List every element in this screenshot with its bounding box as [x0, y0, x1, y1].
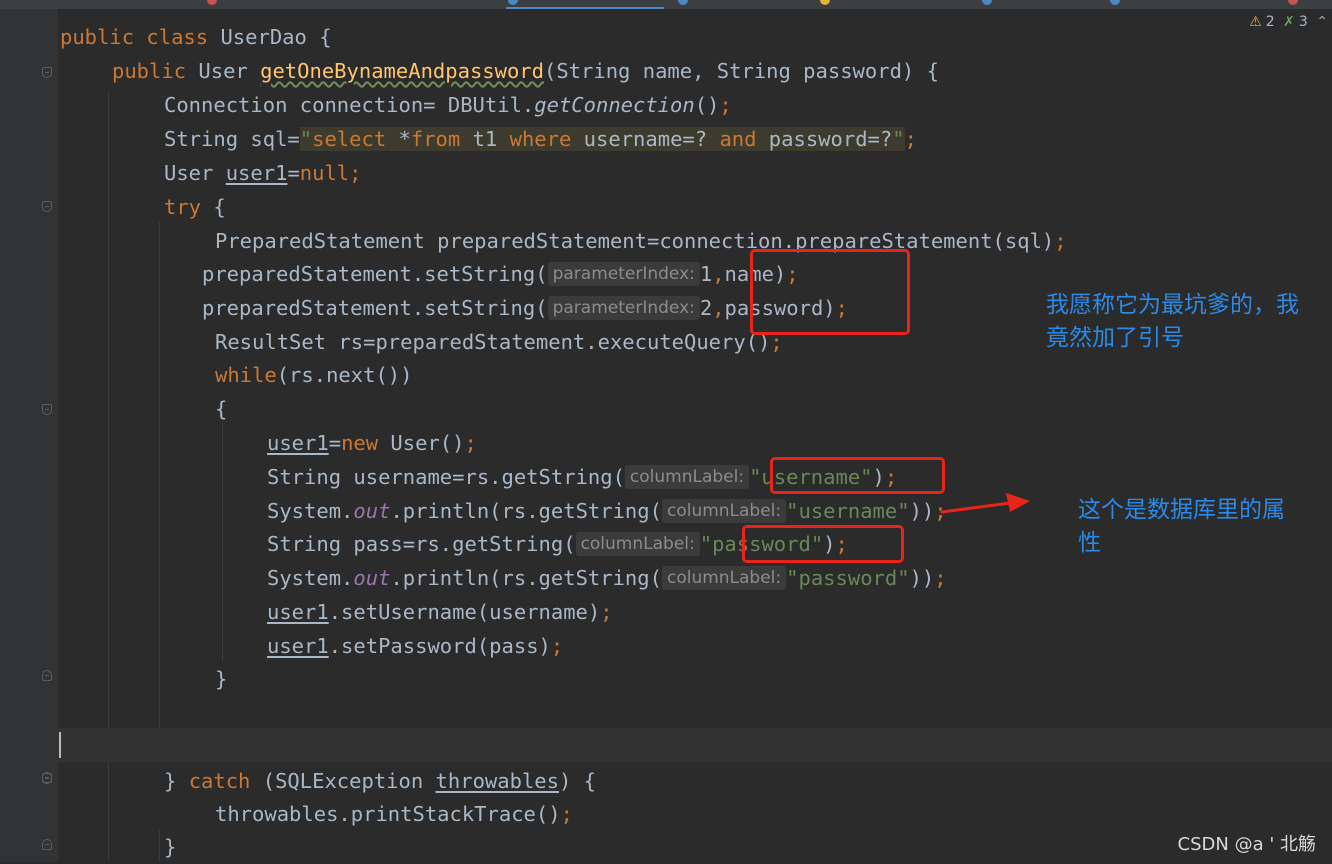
code-line-19[interactable]: user1.setPassword(pass); — [267, 629, 563, 663]
weak-warning-icon: ✗ — [1283, 14, 1295, 30]
code-line-13[interactable]: user1=new User(); — [267, 426, 477, 460]
warning-count: 2 — [1265, 14, 1275, 30]
code-line-24[interactable]: } — [164, 830, 176, 864]
code-line-7[interactable]: PreparedStatement preparedStatement=conn… — [215, 224, 1067, 258]
inspection-widget[interactable]: ⚠ 2 ✗ 3 ⌃ — [1245, 14, 1328, 30]
warning-icon: ⚠ — [1249, 14, 1262, 30]
editor-tab[interactable] — [205, 0, 315, 9]
code-line-20[interactable]: } — [215, 662, 227, 696]
annotation-note-quotes: 我愿称它为最坑爹的，我 竟然加了引号 — [1046, 292, 1299, 351]
parameter-hint: columnLabel: — [575, 532, 700, 556]
editor-tab[interactable] — [676, 0, 806, 9]
parameter-hint: columnLabel: — [661, 499, 787, 523]
code-line-22[interactable]: } catch (SQLException throwables) { — [164, 764, 596, 798]
annotation-arrow-icon — [940, 493, 1030, 514]
editor-gutter — [0, 9, 58, 862]
weak-warning-count: 3 — [1298, 14, 1308, 30]
code-line-18[interactable]: user1.setUsername(username); — [267, 595, 613, 629]
chevron-up-icon[interactable]: ⌃ — [1316, 14, 1328, 30]
annotation-box-username — [770, 457, 945, 494]
editor-tab[interactable] — [1108, 0, 1268, 9]
parameter-hint: columnLabel: — [624, 465, 750, 489]
annotation-box-password — [742, 525, 904, 563]
annotation-note-db-column: 这个是数据库里的属 性 — [1078, 497, 1285, 556]
editor-tab[interactable] — [980, 0, 1100, 9]
code-line-12[interactable]: { — [215, 392, 227, 426]
editor-tab[interactable] — [818, 0, 968, 9]
fold-marker-icon[interactable] — [42, 773, 52, 784]
parameter-hint: parameterIndex: — [547, 296, 700, 320]
code-line-23[interactable]: throwables.printStackTrace(); — [215, 797, 573, 831]
watermark: CSDN @a ' 北觞 — [1177, 834, 1316, 855]
code-line-15[interactable]: System.out.println(rs.getString(columnLa… — [267, 494, 947, 528]
current-line-highlight — [58, 728, 1332, 762]
editor-tab-bar — [0, 0, 1332, 9]
code-line-3[interactable]: Connection connection= DBUtil.getConnect… — [164, 88, 732, 122]
code-line-10[interactable]: ResultSet rs=preparedStatement.executeQu… — [215, 325, 783, 359]
fold-end-marker-icon[interactable] — [42, 839, 52, 850]
code-line-11[interactable]: while(rs.next()) — [215, 358, 412, 392]
code-line-6[interactable]: try { — [164, 190, 226, 224]
code-line-2[interactable]: public User getOneBynameAndpassword(Stri… — [112, 54, 939, 88]
fold-marker-icon[interactable] — [42, 67, 52, 78]
code-line-8[interactable]: preparedStatement.setString(parameterInd… — [202, 257, 799, 291]
editor-tab-active[interactable] — [506, 0, 664, 9]
editor-tab[interactable] — [1286, 0, 1326, 9]
code-line-1[interactable]: public class UserDao { — [60, 20, 332, 54]
text-caret — [59, 732, 61, 758]
fold-end-marker-icon[interactable] — [42, 670, 52, 681]
fold-marker-icon[interactable] — [42, 201, 52, 212]
annotation-box-params — [750, 249, 910, 335]
code-line-5[interactable]: User user1=null; — [164, 156, 362, 190]
fold-marker-icon[interactable] — [42, 404, 52, 415]
parameter-hint: columnLabel: — [661, 566, 787, 590]
code-line-4[interactable]: String sql="select *from t1 where userna… — [164, 122, 917, 156]
code-line-17[interactable]: System.out.println(rs.getString(columnLa… — [267, 561, 947, 595]
parameter-hint: parameterIndex: — [547, 262, 700, 286]
